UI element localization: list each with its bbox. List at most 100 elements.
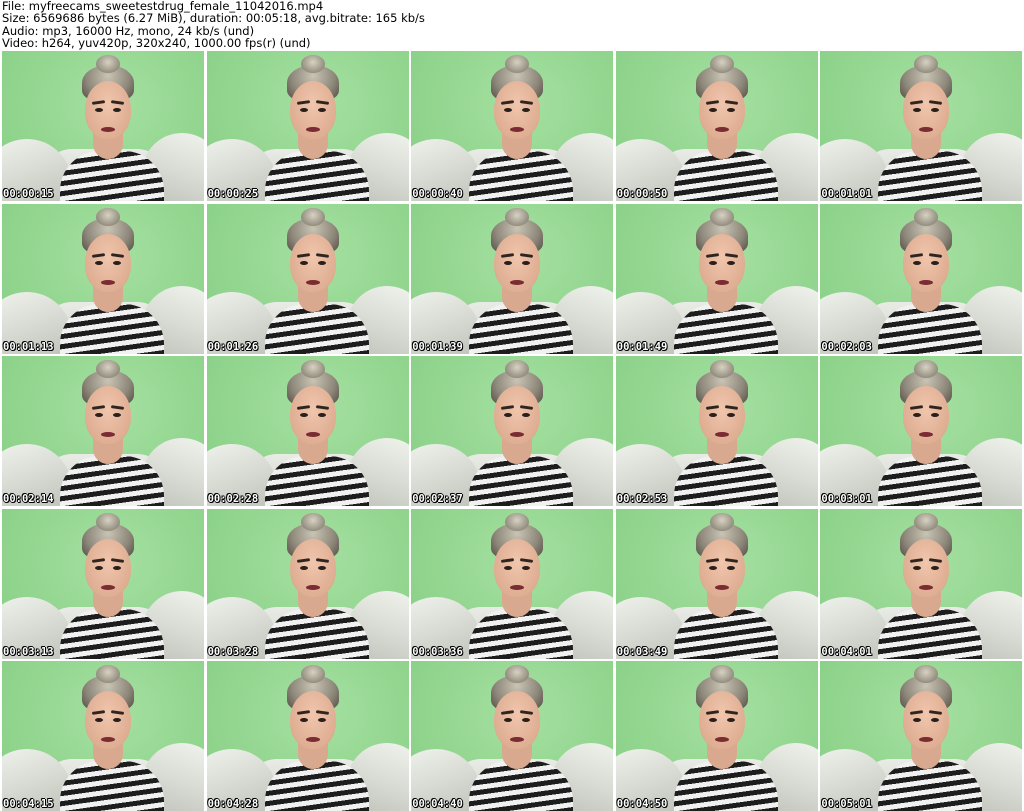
hair-bun xyxy=(96,207,120,226)
video-frame-thumbnail: 00:01:13 xyxy=(2,203,204,354)
left-eye xyxy=(95,260,103,265)
lips xyxy=(305,432,320,437)
video-frame-thumbnail: 00:04:28 xyxy=(206,661,409,811)
lips xyxy=(101,737,115,742)
left-eye xyxy=(708,260,717,265)
frame-timestamp: 00:03:13 xyxy=(3,645,54,658)
lips xyxy=(101,584,115,590)
thumbnail-grid: 00:00:15 00:00:25 00:00:40 00:00:50 00:01:01… xyxy=(2,51,1023,811)
video-frame-thumbnail: 00:04:01 xyxy=(820,508,1023,659)
hair-bun xyxy=(96,360,120,378)
right-eye xyxy=(317,718,326,722)
video-frame-thumbnail: 00:04:15 xyxy=(2,661,204,811)
video-frame-thumbnail: 00:05:01 xyxy=(820,661,1023,811)
striped-top xyxy=(60,456,164,506)
file-info-header: File: myfreecams_sweetestdrug_female_110… xyxy=(2,0,1022,50)
right-eye xyxy=(317,413,326,417)
hair-bun xyxy=(709,360,734,378)
frame-timestamp: 00:03:49 xyxy=(616,645,668,658)
lips xyxy=(510,279,525,285)
hair-bun xyxy=(96,665,120,683)
video-frame-thumbnail: 00:03:01 xyxy=(820,356,1023,506)
left-eye xyxy=(95,413,103,417)
lips xyxy=(101,279,115,285)
video-frame-thumbnail: 00:02:28 xyxy=(206,356,409,506)
hair-bun xyxy=(709,665,734,683)
right-eye xyxy=(726,718,735,722)
hair-bun xyxy=(300,207,325,226)
frame-timestamp: 00:04:28 xyxy=(207,798,259,810)
video-frame-thumbnail: 00:00:25 xyxy=(206,51,409,201)
left-eye xyxy=(913,260,922,265)
striped-top xyxy=(60,761,164,811)
right-eye xyxy=(726,565,735,570)
frame-timestamp: 00:00:25 xyxy=(207,188,259,200)
lips xyxy=(510,584,525,590)
frame-timestamp: 00:03:28 xyxy=(207,645,259,658)
left-eye xyxy=(504,565,513,570)
video-frame-thumbnail: 00:01:01 xyxy=(820,51,1023,201)
lips xyxy=(714,737,729,742)
left-eye xyxy=(708,565,717,570)
hair-bun xyxy=(96,55,120,73)
hair-bun xyxy=(300,55,325,73)
left-eye xyxy=(299,565,308,570)
hair-bun xyxy=(914,207,939,226)
left-eye xyxy=(299,260,308,265)
frame-timestamp: 00:00:40 xyxy=(412,188,463,200)
hair-bun xyxy=(505,512,530,531)
lips xyxy=(714,127,729,132)
left-eye xyxy=(299,108,308,112)
frame-timestamp: 00:04:15 xyxy=(3,798,54,810)
lips xyxy=(305,737,320,742)
right-eye xyxy=(522,565,531,570)
right-eye xyxy=(522,260,531,265)
frame-timestamp: 00:00:50 xyxy=(616,188,668,200)
frame-timestamp: 00:02:03 xyxy=(821,340,872,353)
right-eye xyxy=(113,260,121,265)
lips xyxy=(919,584,934,590)
lips xyxy=(714,584,729,590)
striped-top xyxy=(469,151,574,201)
video-frame-thumbnail: 00:02:14 xyxy=(2,356,204,506)
frame-timestamp: 00:03:36 xyxy=(412,645,463,658)
video-frame-thumbnail: 00:03:49 xyxy=(615,508,818,659)
frame-timestamp: 00:04:01 xyxy=(821,645,872,658)
hair-bun xyxy=(300,512,325,531)
right-eye xyxy=(113,413,121,417)
video-frame-thumbnail: 00:00:50 xyxy=(615,51,818,201)
striped-top xyxy=(60,151,164,201)
hair-bun xyxy=(709,512,734,531)
lips xyxy=(305,127,320,132)
right-eye xyxy=(317,108,326,112)
video-frame-thumbnail: 00:03:13 xyxy=(2,508,204,659)
right-eye xyxy=(113,108,121,112)
frame-timestamp: 00:04:40 xyxy=(412,798,463,810)
lips xyxy=(305,584,320,590)
frame-timestamp: 00:02:28 xyxy=(207,493,259,505)
left-eye xyxy=(708,108,717,112)
hair-bun xyxy=(709,207,734,226)
right-eye xyxy=(726,413,735,417)
video-info-line: Video: h264, yuv420p, 320x240, 1000.00 f… xyxy=(2,35,311,50)
frame-timestamp: 00:01:01 xyxy=(821,188,872,200)
right-eye xyxy=(931,565,940,570)
left-eye xyxy=(708,413,717,417)
lips xyxy=(714,279,729,285)
lips xyxy=(305,279,320,285)
frame-timestamp: 00:02:14 xyxy=(3,493,54,505)
left-eye xyxy=(95,108,103,112)
video-frame-thumbnail: 00:03:28 xyxy=(206,508,409,659)
frame-timestamp: 00:02:37 xyxy=(412,493,463,505)
frame-timestamp: 00:02:53 xyxy=(616,493,668,505)
lips xyxy=(714,432,729,437)
left-eye xyxy=(913,565,922,570)
video-frame-thumbnail: 00:04:40 xyxy=(411,661,614,811)
video-frame-thumbnail: 00:01:26 xyxy=(206,203,409,354)
video-frame-thumbnail: 00:02:37 xyxy=(411,356,614,506)
right-eye xyxy=(113,565,121,570)
hair-bun xyxy=(300,665,325,683)
hair-bun xyxy=(709,55,734,73)
video-frame-thumbnail: 00:01:39 xyxy=(411,203,614,354)
video-frame-thumbnail: 00:00:15 xyxy=(2,51,204,201)
